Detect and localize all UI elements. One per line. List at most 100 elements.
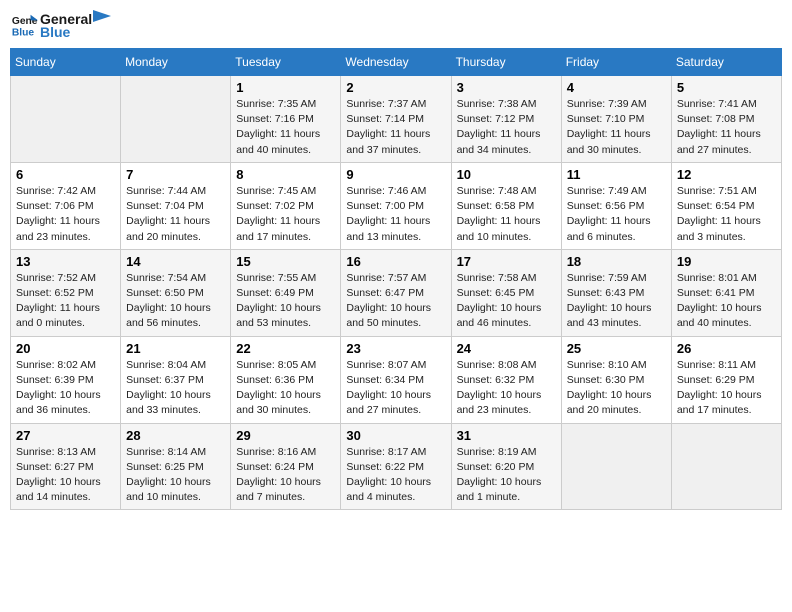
day-number: 12 — [677, 167, 776, 182]
calendar: SundayMondayTuesdayWednesdayThursdayFrid… — [10, 48, 782, 510]
day-number: 1 — [236, 80, 335, 95]
logo: General Blue General Blue — [10, 10, 111, 40]
day-info: Sunrise: 8:07 AM Sunset: 6:34 PM Dayligh… — [346, 358, 445, 419]
day-number: 10 — [457, 167, 556, 182]
weekday-header-sunday: Sunday — [11, 49, 121, 76]
calendar-cell — [671, 423, 781, 510]
calendar-cell: 15 Sunrise: 7:55 AM Sunset: 6:49 PM Dayli… — [231, 249, 341, 336]
day-info: Sunrise: 8:05 AM Sunset: 6:36 PM Dayligh… — [236, 358, 335, 419]
day-info: Sunrise: 7:44 AM Sunset: 7:04 PM Dayligh… — [126, 184, 225, 245]
day-info: Sunrise: 8:13 AM Sunset: 6:27 PM Dayligh… — [16, 445, 115, 506]
calendar-cell: 3Sunrise: 7:38 AM Sunset: 7:12 PM Daylig… — [451, 76, 561, 163]
calendar-cell — [121, 76, 231, 163]
weekday-header-saturday: Saturday — [671, 49, 781, 76]
weekday-header-wednesday: Wednesday — [341, 49, 451, 76]
weekday-header-friday: Friday — [561, 49, 671, 76]
day-number: 20 — [16, 341, 115, 356]
calendar-cell — [561, 423, 671, 510]
day-number: 26 — [677, 341, 776, 356]
calendar-cell: 8 Sunrise: 7:45 AM Sunset: 7:02 PM Daylig… — [231, 162, 341, 249]
day-info: Sunrise: 7:57 AM Sunset: 6:47 PM Dayligh… — [346, 271, 445, 332]
day-info: Sunrise: 7:45 AM Sunset: 7:02 PM Dayligh… — [236, 184, 335, 245]
day-number: 29 — [236, 428, 335, 443]
day-number: 27 — [16, 428, 115, 443]
calendar-cell: 22 Sunrise: 8:05 AM Sunset: 6:36 PM Dayli… — [231, 336, 341, 423]
day-info: Sunrise: 8:01 AM Sunset: 6:41 PM Dayligh… — [677, 271, 776, 332]
day-number: 5 — [677, 80, 776, 95]
day-info: Sunrise: 7:55 AM Sunset: 6:49 PM Dayligh… — [236, 271, 335, 332]
calendar-cell: 1 Sunrise: 7:35 AM Sunset: 7:16 PM Daylig… — [231, 76, 341, 163]
day-info: Sunrise: 7:41 AM Sunset: 7:08 PM Dayligh… — [677, 97, 776, 158]
calendar-cell: 5 Sunrise: 7:41 AM Sunset: 7:08 PM Daylig… — [671, 76, 781, 163]
day-info: Sunrise: 8:19 AM Sunset: 6:20 PM Dayligh… — [457, 445, 556, 506]
calendar-cell: 24Sunrise: 8:08 AM Sunset: 6:32 PM Dayli… — [451, 336, 561, 423]
weekday-header-tuesday: Tuesday — [231, 49, 341, 76]
day-info: Sunrise: 7:52 AM Sunset: 6:52 PM Dayligh… — [16, 271, 115, 332]
day-info: Sunrise: 7:46 AM Sunset: 7:00 PM Dayligh… — [346, 184, 445, 245]
day-number: 11 — [567, 167, 666, 182]
day-number: 28 — [126, 428, 225, 443]
weekday-header-monday: Monday — [121, 49, 231, 76]
day-number: 22 — [236, 341, 335, 356]
day-info: Sunrise: 8:04 AM Sunset: 6:37 PM Dayligh… — [126, 358, 225, 419]
calendar-cell: 9Sunrise: 7:46 AM Sunset: 7:00 PM Daylig… — [341, 162, 451, 249]
day-number: 25 — [567, 341, 666, 356]
day-info: Sunrise: 8:16 AM Sunset: 6:24 PM Dayligh… — [236, 445, 335, 506]
day-number: 6 — [16, 167, 115, 182]
calendar-cell: 31 Sunrise: 8:19 AM Sunset: 6:20 PM Dayli… — [451, 423, 561, 510]
day-info: Sunrise: 7:35 AM Sunset: 7:16 PM Dayligh… — [236, 97, 335, 158]
calendar-cell: 28 Sunrise: 8:14 AM Sunset: 6:25 PM Dayli… — [121, 423, 231, 510]
calendar-cell: 25 Sunrise: 8:10 AM Sunset: 6:30 PM Dayli… — [561, 336, 671, 423]
day-number: 21 — [126, 341, 225, 356]
day-info: Sunrise: 7:49 AM Sunset: 6:56 PM Dayligh… — [567, 184, 666, 245]
day-info: Sunrise: 8:08 AM Sunset: 6:32 PM Dayligh… — [457, 358, 556, 419]
day-number: 23 — [346, 341, 445, 356]
day-info: Sunrise: 8:17 AM Sunset: 6:22 PM Dayligh… — [346, 445, 445, 506]
calendar-cell: 11 Sunrise: 7:49 AM Sunset: 6:56 PM Dayli… — [561, 162, 671, 249]
calendar-cell: 20 Sunrise: 8:02 AM Sunset: 6:39 PM Dayli… — [11, 336, 121, 423]
day-info: Sunrise: 7:59 AM Sunset: 6:43 PM Dayligh… — [567, 271, 666, 332]
calendar-cell: 26 Sunrise: 8:11 AM Sunset: 6:29 PM Dayli… — [671, 336, 781, 423]
day-number: 17 — [457, 254, 556, 269]
day-number: 18 — [567, 254, 666, 269]
calendar-cell: 27 Sunrise: 8:13 AM Sunset: 6:27 PM Dayli… — [11, 423, 121, 510]
day-info: Sunrise: 8:02 AM Sunset: 6:39 PM Dayligh… — [16, 358, 115, 419]
day-number: 14 — [126, 254, 225, 269]
day-number: 15 — [236, 254, 335, 269]
day-number: 16 — [346, 254, 445, 269]
day-info: Sunrise: 7:38 AM Sunset: 7:12 PM Dayligh… — [457, 97, 556, 158]
day-number: 8 — [236, 167, 335, 182]
calendar-cell: 19 Sunrise: 8:01 AM Sunset: 6:41 PM Dayli… — [671, 249, 781, 336]
calendar-cell: 4 Sunrise: 7:39 AM Sunset: 7:10 PM Daylig… — [561, 76, 671, 163]
day-number: 19 — [677, 254, 776, 269]
calendar-cell: 13 Sunrise: 7:52 AM Sunset: 6:52 PM Dayli… — [11, 249, 121, 336]
calendar-cell: 17 Sunrise: 7:58 AM Sunset: 6:45 PM Dayli… — [451, 249, 561, 336]
day-info: Sunrise: 7:58 AM Sunset: 6:45 PM Dayligh… — [457, 271, 556, 332]
day-info: Sunrise: 7:54 AM Sunset: 6:50 PM Dayligh… — [126, 271, 225, 332]
calendar-cell: 23 Sunrise: 8:07 AM Sunset: 6:34 PM Dayli… — [341, 336, 451, 423]
day-info: Sunrise: 8:14 AM Sunset: 6:25 PM Dayligh… — [126, 445, 225, 506]
calendar-cell: 10 Sunrise: 7:48 AM Sunset: 6:58 PM Dayli… — [451, 162, 561, 249]
calendar-cell: 14 Sunrise: 7:54 AM Sunset: 6:50 PM Dayli… — [121, 249, 231, 336]
day-info: Sunrise: 8:10 AM Sunset: 6:30 PM Dayligh… — [567, 358, 666, 419]
day-number: 13 — [16, 254, 115, 269]
day-number: 2 — [346, 80, 445, 95]
day-info: Sunrise: 7:48 AM Sunset: 6:58 PM Dayligh… — [457, 184, 556, 245]
svg-text:Blue: Blue — [12, 27, 35, 38]
day-info: Sunrise: 7:42 AM Sunset: 7:06 PM Dayligh… — [16, 184, 115, 245]
day-number: 7 — [126, 167, 225, 182]
calendar-cell: 30 Sunrise: 8:17 AM Sunset: 6:22 PM Dayli… — [341, 423, 451, 510]
day-info: Sunrise: 8:11 AM Sunset: 6:29 PM Dayligh… — [677, 358, 776, 419]
weekday-header-thursday: Thursday — [451, 49, 561, 76]
calendar-cell: 6 Sunrise: 7:42 AM Sunset: 7:06 PM Daylig… — [11, 162, 121, 249]
day-number: 30 — [346, 428, 445, 443]
calendar-cell: 12 Sunrise: 7:51 AM Sunset: 6:54 PM Dayli… — [671, 162, 781, 249]
day-info: Sunrise: 7:51 AM Sunset: 6:54 PM Dayligh… — [677, 184, 776, 245]
day-number: 31 — [457, 428, 556, 443]
day-info: Sunrise: 7:39 AM Sunset: 7:10 PM Dayligh… — [567, 97, 666, 158]
calendar-cell — [11, 76, 121, 163]
calendar-cell: 16 Sunrise: 7:57 AM Sunset: 6:47 PM Dayli… — [341, 249, 451, 336]
day-number: 4 — [567, 80, 666, 95]
calendar-cell: 29 Sunrise: 8:16 AM Sunset: 6:24 PM Dayli… — [231, 423, 341, 510]
calendar-cell: 2Sunrise: 7:37 AM Sunset: 7:14 PM Daylig… — [341, 76, 451, 163]
